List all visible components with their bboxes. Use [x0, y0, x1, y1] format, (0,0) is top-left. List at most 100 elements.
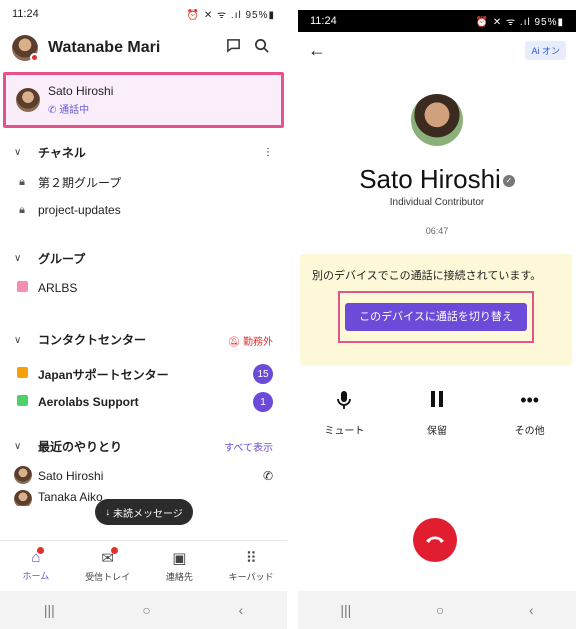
tab-label: ホーム — [22, 571, 50, 581]
active-call-card[interactable]: Sato Hiroshi ✆ 通話中 — [3, 72, 284, 128]
microphone-icon — [337, 390, 352, 412]
keypad-icon: ⠿ — [245, 549, 257, 567]
tab-label: 連絡先 — [165, 571, 193, 582]
queue-item[interactable]: Aerolabs Support 1 — [0, 388, 287, 416]
phone-icon: ✆ — [48, 105, 60, 116]
system-nav-bar: ||| ○ ‹ — [0, 591, 287, 629]
group-color-swatch — [16, 281, 28, 292]
mute-button[interactable]: ミュート — [309, 390, 379, 437]
unread-badge: 15 — [253, 364, 273, 384]
caller-name: Sato Hiroshi ✓ — [298, 164, 576, 195]
status-icons: ⏰ ✕ ᯤ .ıl 95%▮ — [186, 10, 275, 21]
back-arrow-icon[interactable]: ← — [308, 40, 326, 61]
more-icon: ••• — [520, 390, 540, 410]
home-button-icon[interactable]: ○ — [142, 602, 150, 618]
recent-label: Sato Hiroshi — [38, 469, 104, 483]
groups-title: グループ — [38, 251, 86, 266]
caller-role: Individual Contributor — [389, 197, 485, 208]
presence-dot — [30, 53, 39, 62]
arrow-down-icon: ↓ — [105, 506, 113, 518]
contact-center-title: コンタクトセンター — [38, 333, 147, 347]
queue-label: Japanサポートセンター — [38, 367, 169, 382]
queue-color-swatch — [16, 395, 28, 406]
chevron-down-icon: ∨ — [14, 146, 22, 158]
phone-call-icon[interactable]: ✆ — [263, 469, 273, 483]
status-time: 11:24 — [310, 15, 337, 27]
recents-icon[interactable]: ||| — [44, 602, 55, 618]
hold-button[interactable]: 保留 — [402, 390, 472, 437]
hang-up-button[interactable] — [413, 518, 457, 562]
recent-header[interactable]: ∨ 最近のやりとり すべて表示 — [0, 430, 287, 462]
verified-icon: ✓ — [502, 175, 515, 188]
channel-item[interactable]: 🔒︎ 第２期グループ — [0, 168, 287, 196]
unread-messages-toast[interactable]: ↓ 未読メッセージ — [95, 499, 193, 525]
status-bar: 11:24 ⏰ ✕ ᯤ .ıl 95%▮ — [298, 10, 576, 32]
more-vertical-icon[interactable]: ⋮ — [263, 147, 273, 158]
notice-text: 別のデバイスでこの通話に接続されています。 — [312, 270, 542, 282]
tab-home[interactable]: ⌂ ホーム — [0, 541, 72, 590]
other-device-notice: 別のデバイスでこの通話に接続されています。 このデバイスに通話を切り替え — [300, 254, 572, 366]
active-call-status: ✆ 通話中 — [48, 105, 90, 116]
tab-keypad[interactable]: ⠿ キーパッド — [215, 541, 287, 590]
call-actions: ミュート 保留 ••• その他 — [298, 390, 576, 437]
show-all-link[interactable]: すべて表示 — [224, 439, 273, 454]
system-nav-bar: ||| ○ ‹ — [298, 591, 576, 629]
recent-item[interactable]: Sato Hiroshi ✆ — [0, 462, 287, 490]
bell-off-icon: 🔕︎ — [227, 336, 243, 348]
group-item[interactable]: ARLBS — [0, 274, 287, 302]
channel-label: 第２期グループ — [38, 175, 122, 190]
switch-highlight: このデバイスに通話を切り替え — [338, 291, 534, 343]
contact-avatar — [14, 465, 32, 484]
recents-icon[interactable]: ||| — [340, 602, 351, 618]
back-icon[interactable]: ‹ — [238, 602, 243, 618]
lock-icon: 🔒︎ — [19, 203, 25, 216]
call-topbar: ← Ai オン — [298, 32, 576, 68]
off-duty-status[interactable]: 🔕︎ 勤務外 — [228, 333, 273, 348]
caller-avatar — [411, 94, 463, 146]
ai-toggle[interactable]: Ai オン — [525, 40, 566, 60]
queue-color-swatch — [16, 367, 28, 378]
contacts-icon: ▣ — [172, 549, 187, 567]
home-button-icon[interactable]: ○ — [436, 602, 444, 618]
queue-label: Aerolabs Support — [38, 395, 139, 409]
contact-center-header[interactable]: ∨ コンタクトセンター 🔕︎ 勤務外 — [0, 320, 287, 360]
end-call-icon — [425, 531, 445, 549]
contact-avatar — [14, 490, 32, 506]
channels-title: チャネル — [38, 145, 86, 160]
lock-icon: 🔒︎ — [19, 175, 25, 188]
action-label: ミュート — [324, 426, 365, 437]
queue-item[interactable]: Japanサポートセンター 15 — [0, 360, 287, 388]
back-icon[interactable]: ‹ — [529, 602, 534, 618]
tab-inbox[interactable]: ✉ 受信トレイ — [72, 541, 144, 590]
switch-device-button[interactable]: このデバイスに通話を切り替え — [345, 303, 527, 331]
user-avatar[interactable] — [12, 35, 39, 62]
tab-label: 受信トレイ — [85, 571, 131, 582]
pause-icon — [430, 390, 444, 412]
app-header: Watanabe Mari — [0, 28, 287, 68]
channels-header[interactable]: ∨ チャネル ⋮ — [0, 136, 287, 168]
more-button[interactable]: ••• その他 — [495, 390, 565, 437]
groups-header[interactable]: ∨ グループ — [0, 242, 287, 274]
bottom-tab-bar: ⌂ ホーム ✉ 受信トレイ ▣ 連絡先 ⠿ キーパッド — [0, 540, 287, 590]
caller-avatar — [16, 88, 40, 112]
status-icons: ⏰ ✕ ᯤ .ıl 95%▮ — [475, 17, 564, 28]
search-icon[interactable] — [247, 38, 275, 58]
home-icon: ⌂ — [31, 547, 45, 566]
chat-icon[interactable] — [219, 38, 247, 58]
status-time: 11:24 — [12, 8, 39, 20]
inbox-icon: ✉ — [101, 546, 118, 567]
chevron-down-icon: ∨ — [14, 334, 22, 346]
chevron-down-icon: ∨ — [14, 440, 22, 452]
home-screen: 11:24 ⏰ ✕ ᯤ .ıl 95%▮ Watanabe Mari Sato … — [0, 0, 287, 629]
recent-title: 最近のやりとり — [38, 439, 123, 454]
group-label: ARLBS — [38, 281, 78, 295]
call-timer: 06:47 — [425, 226, 449, 236]
channel-item[interactable]: 🔒︎ project-updates — [0, 196, 287, 224]
user-name: Watanabe Mari — [48, 39, 161, 56]
call-screen: 11:24 ⏰ ✕ ᯤ .ıl 95%▮ ← Ai オン Sato Hirosh… — [298, 0, 576, 629]
active-call-name: Sato Hiroshi — [48, 84, 114, 98]
unread-badge: 1 — [253, 392, 273, 412]
chevron-down-icon: ∨ — [14, 252, 22, 264]
tab-contacts[interactable]: ▣ 連絡先 — [144, 541, 216, 590]
status-bar: 11:24 ⏰ ✕ ᯤ .ıl 95%▮ — [0, 0, 287, 28]
